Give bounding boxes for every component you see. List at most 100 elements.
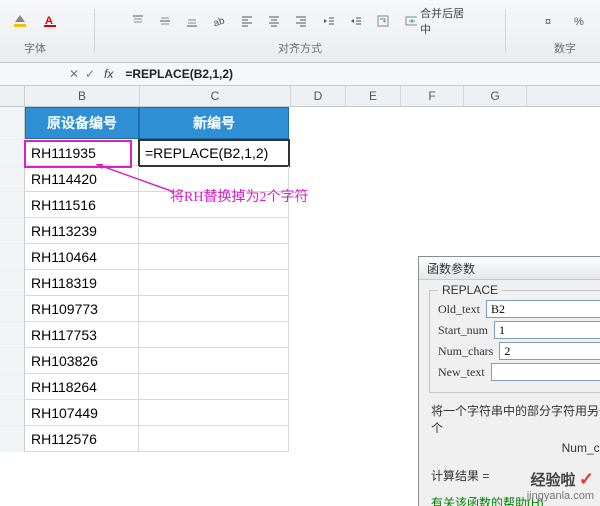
field-label: Start_num xyxy=(438,323,488,338)
percent-icon[interactable]: % xyxy=(568,10,592,32)
align-top-icon[interactable] xyxy=(127,10,148,32)
column-headers: B C D E F G xyxy=(0,86,600,107)
ribbon-group-label: 数字 xyxy=(554,40,576,56)
fieldset-legend: REPLACE xyxy=(438,283,502,297)
check-icon: ✓ xyxy=(579,469,594,489)
row-header[interactable] xyxy=(0,270,25,296)
old-text-input[interactable] xyxy=(486,300,600,318)
svg-text:%: % xyxy=(574,16,584,28)
cell-b[interactable]: RH103826 xyxy=(25,348,139,374)
wrap-text-icon[interactable] xyxy=(373,10,394,32)
ribbon-group-number: ¤ % 数字 xyxy=(538,2,592,56)
ribbon-group-font: A 字体 xyxy=(8,2,62,56)
column-header[interactable]: B xyxy=(25,86,140,106)
cell-c[interactable] xyxy=(139,296,289,322)
row-header[interactable] xyxy=(0,374,25,400)
row-header[interactable] xyxy=(0,296,25,322)
cell-b[interactable]: RH109773 xyxy=(25,296,139,322)
cell-c[interactable]: =REPLACE(B2,1,2) xyxy=(139,140,289,166)
merge-cells-button[interactable]: 合并后居中 xyxy=(400,10,473,32)
align-center-icon[interactable] xyxy=(263,10,284,32)
table-header-row: 原设备编号 新编号 xyxy=(0,107,600,140)
align-bottom-icon[interactable] xyxy=(182,10,203,32)
watermark-text: 经验啦 xyxy=(531,472,576,489)
row-header[interactable] xyxy=(0,192,25,218)
svg-text:ab: ab xyxy=(212,15,226,28)
row-header[interactable] xyxy=(0,218,25,244)
cell-b[interactable]: RH112576 xyxy=(25,426,139,452)
formula-bar: ✕ ✓ fx =REPLACE(B2,1,2) xyxy=(0,63,600,86)
column-header[interactable]: E xyxy=(346,86,401,106)
row-header[interactable] xyxy=(0,348,25,374)
col-header-b[interactable]: 原设备编号 xyxy=(25,107,139,139)
grid: B C D E F G 原设备编号 新编号 RH111935=REPLACE(B… xyxy=(0,86,600,506)
row-header[interactable] xyxy=(0,400,25,426)
row-header[interactable] xyxy=(0,140,25,166)
row-header[interactable] xyxy=(0,107,25,140)
ribbon-divider xyxy=(94,9,95,53)
cell-b[interactable]: RH113239 xyxy=(25,218,139,244)
accept-formula-icon[interactable]: ✓ xyxy=(82,67,98,81)
table-row: RH111935=REPLACE(B2,1,2) xyxy=(0,140,600,166)
dialog-subdesc: Num_char xyxy=(435,441,600,455)
ribbon: A 字体 ab 合并后居中 对齐方式 ¤ % 数字 xyxy=(0,0,600,63)
num-chars-input[interactable] xyxy=(499,342,600,360)
dialog-fieldset: REPLACE Old_text Start_num Num_chars New… xyxy=(429,290,600,393)
merge-label: 合并后居中 xyxy=(420,5,468,37)
table-row: RH113239 xyxy=(0,218,600,244)
start-num-input[interactable] xyxy=(494,321,600,339)
cell-c[interactable] xyxy=(139,270,289,296)
cell-b[interactable]: RH111516 xyxy=(25,192,139,218)
dialog-description: 将一个字符串中的部分字符用另一个 xyxy=(431,403,600,437)
ribbon-group-label: 字体 xyxy=(24,40,46,56)
watermark: 经验啦 ✓ jingyanla.com xyxy=(527,469,594,502)
decrease-indent-icon[interactable] xyxy=(318,10,339,32)
cell-b[interactable]: RH118264 xyxy=(25,374,139,400)
cell-c[interactable] xyxy=(139,218,289,244)
field-label: New_text xyxy=(438,365,485,380)
cell-c[interactable] xyxy=(139,348,289,374)
formula-input[interactable]: =REPLACE(B2,1,2) xyxy=(119,67,233,81)
dialog-title[interactable]: 函数参数 xyxy=(419,257,600,280)
new-text-input[interactable] xyxy=(491,363,600,381)
cell-b[interactable]: RH111935 xyxy=(25,140,139,166)
field-label: Old_text xyxy=(438,302,480,317)
currency-icon[interactable]: ¤ xyxy=(538,10,562,32)
row-header[interactable] xyxy=(0,244,25,270)
cell-b[interactable]: RH117753 xyxy=(25,322,139,348)
cell-b[interactable]: RH114420 xyxy=(25,166,139,192)
ribbon-group-label: 对齐方式 xyxy=(278,40,322,56)
column-header[interactable]: D xyxy=(291,86,346,106)
col-header-c[interactable]: 新编号 xyxy=(139,107,289,139)
cell-c[interactable] xyxy=(139,374,289,400)
column-header[interactable]: F xyxy=(401,86,464,106)
callout-text: 将RH替换掉为2个字符 xyxy=(170,186,308,206)
increase-indent-icon[interactable] xyxy=(345,10,366,32)
fill-color-icon[interactable] xyxy=(8,10,32,32)
ribbon-divider xyxy=(505,9,506,53)
row-header[interactable] xyxy=(0,166,25,192)
align-left-icon[interactable] xyxy=(236,10,257,32)
field-label: Num_chars xyxy=(438,344,493,359)
cell-c[interactable] xyxy=(139,400,289,426)
select-all-corner[interactable] xyxy=(0,86,25,106)
align-middle-icon[interactable] xyxy=(154,10,175,32)
cell-c[interactable] xyxy=(139,426,289,452)
cell-b[interactable]: RH107449 xyxy=(25,400,139,426)
cancel-formula-icon[interactable]: ✕ xyxy=(66,67,82,81)
cell-c[interactable] xyxy=(139,244,289,270)
cell-b[interactable]: RH110464 xyxy=(25,244,139,270)
align-right-icon[interactable] xyxy=(291,10,312,32)
font-color-icon[interactable]: A xyxy=(38,10,62,32)
watermark-url: jingyanla.com xyxy=(527,490,594,502)
cell-c[interactable] xyxy=(139,322,289,348)
row-header[interactable] xyxy=(0,322,25,348)
ribbon-group-align: ab 合并后居中 对齐方式 xyxy=(127,2,473,56)
column-header[interactable]: G xyxy=(464,86,527,106)
row-header[interactable] xyxy=(0,426,25,452)
svg-text:¤: ¤ xyxy=(545,16,551,28)
cell-b[interactable]: RH118319 xyxy=(25,270,139,296)
orientation-icon[interactable]: ab xyxy=(209,10,230,32)
fx-icon[interactable]: fx xyxy=(98,67,119,81)
column-header[interactable]: C xyxy=(140,86,291,106)
